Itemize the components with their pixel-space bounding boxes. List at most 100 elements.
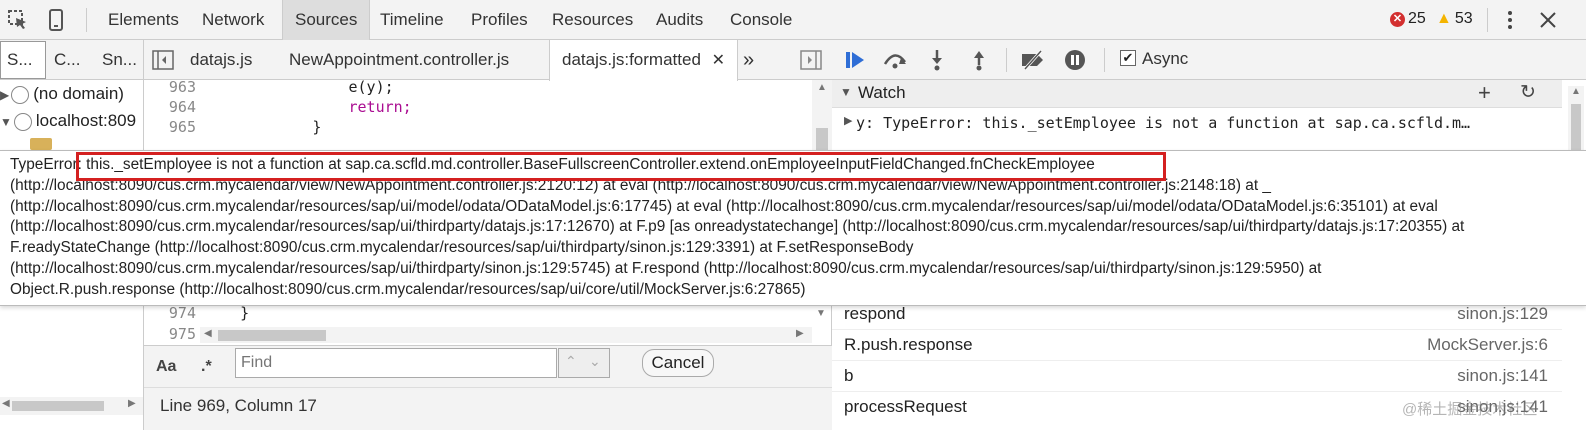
error-count: 25 — [1408, 10, 1426, 27]
folder-icon — [30, 138, 52, 150]
frame-function: b — [844, 366, 854, 385]
scrollbar-thumb[interactable] — [218, 330, 326, 341]
refresh-icon[interactable]: ↻ — [1520, 81, 1536, 104]
close-icon[interactable] — [1534, 6, 1562, 34]
warning-counter[interactable]: ▲ 53 — [1436, 10, 1473, 28]
call-stack-frame[interactable]: b sinon.js:141 — [832, 361, 1562, 392]
line-number: 964 — [168, 98, 196, 116]
cancel-button[interactable]: Cancel — [642, 349, 714, 377]
line-number: 974 — [168, 304, 196, 322]
toggle-navigator-icon[interactable] — [152, 50, 174, 75]
inspect-element-icon[interactable] — [4, 6, 32, 34]
collapse-arrow-icon: ▼ — [840, 85, 852, 99]
tab-timeline[interactable]: Timeline — [368, 0, 456, 40]
close-tab-icon[interactable]: ✕ — [712, 52, 725, 69]
scroll-down-arrow-icon[interactable]: ▼ — [816, 308, 826, 319]
watch-expression: y: TypeError: this._setEmployee is not a… — [856, 114, 1471, 132]
tab-profiles[interactable]: Profiles — [459, 0, 540, 40]
call-stack-frame[interactable]: R.push.response MockServer.js:6 — [832, 330, 1562, 361]
line-number: 963 — [168, 78, 196, 96]
tooltip-line: (http://localhost:8090/cus.crm.mycalenda… — [10, 259, 1322, 277]
expand-arrow-icon: ▶ — [0, 88, 10, 102]
editor-tab-datajs-formatted[interactable]: datajs.js:formatted ✕ — [549, 40, 739, 81]
warning-count: 53 — [1454, 10, 1473, 27]
tab-sources[interactable]: Sources — [282, 0, 371, 40]
globe-icon — [11, 85, 30, 104]
scroll-up-arrow-icon[interactable]: ▲ — [1571, 86, 1581, 97]
navigator-tab-content-scripts[interactable]: C... — [54, 40, 80, 80]
collapse-arrow-icon: ▼ — [0, 115, 12, 129]
watch-section-header[interactable]: ▼ Watch + ↻ — [832, 80, 1562, 108]
toolbar-divider — [1487, 8, 1488, 32]
tab-network[interactable]: Network — [190, 0, 276, 40]
navigator-tab-snippets[interactable]: Sn... — [102, 40, 137, 80]
search-bar: Aa .* ⌃ ⌄ Cancel — [144, 345, 832, 387]
async-checkbox[interactable]: ✔ — [1120, 50, 1136, 66]
scroll-left-arrow-icon[interactable]: ◀ — [204, 328, 212, 339]
frame-location[interactable]: MockServer.js:6 — [1427, 330, 1548, 360]
tree-item-localhost[interactable]: ▼ localhost:809 — [0, 108, 143, 134]
add-watch-icon[interactable]: + — [1478, 80, 1491, 106]
device-mode-icon[interactable] — [42, 6, 70, 34]
tab-elements[interactable]: Elements — [96, 0, 191, 40]
scroll-right-arrow-icon[interactable]: ▶ — [796, 328, 804, 339]
find-next-icon[interactable]: ⌄ — [589, 353, 601, 370]
code-line[interactable]: return; — [204, 98, 411, 116]
regex-toggle[interactable]: .* — [201, 358, 212, 376]
tab-audits[interactable]: Audits — [644, 0, 715, 40]
editor-tabs: datajs.js NewAppointment.controller.js d… — [144, 40, 832, 81]
warning-icon: ▲ — [1436, 10, 1452, 27]
scroll-right-arrow-icon[interactable]: ▶ — [128, 398, 136, 409]
scroll-left-arrow-icon[interactable]: ◀ — [2, 398, 10, 409]
code-line[interactable]: } — [204, 118, 321, 136]
navigator-tabs: S... C... Sn... — [0, 40, 143, 80]
editor-hscrollbar[interactable]: ◀ ▶ — [200, 327, 812, 343]
tab-resources[interactable]: Resources — [540, 0, 645, 40]
expand-arrow-icon: ▶ — [844, 115, 853, 127]
toolbar-divider — [1104, 48, 1105, 72]
scrollbar-thumb[interactable] — [12, 401, 104, 411]
devtools-toolbar: Elements Network Sources Timeline Profil… — [0, 0, 1586, 40]
tooltip-line: F.readyStateChange (http://localhost:809… — [10, 239, 914, 257]
step-out-icon[interactable] — [964, 46, 994, 74]
error-icon: ✕ — [1390, 11, 1405, 27]
toolbar-divider — [1006, 48, 1007, 72]
code-line[interactable]: } — [204, 304, 249, 322]
toggle-debugger-icon[interactable] — [800, 50, 822, 75]
error-counter[interactable]: ✕ 25 — [1390, 10, 1426, 28]
frame-location[interactable]: sinon.js:141 — [1457, 361, 1548, 391]
tab-console[interactable]: Console — [718, 0, 804, 40]
line-number: 975 — [168, 325, 196, 343]
tooltip-line: (http://localhost:8090/cus.crm.mycalenda… — [10, 197, 1438, 215]
globe-icon — [13, 112, 32, 131]
editor-tab-label: datajs.js:formatted — [562, 50, 701, 69]
highlight-box — [76, 152, 1166, 181]
tree-item-label: (no domain) — [33, 84, 124, 103]
tree-item-no-domain[interactable]: ▶ (no domain) — [0, 81, 143, 107]
code-line[interactable]: e(y); — [204, 78, 393, 96]
resume-icon[interactable] — [840, 46, 870, 74]
scroll-up-arrow-icon[interactable]: ▲ — [817, 82, 827, 93]
debugger-toolbar: ✔ Async — [832, 40, 1586, 80]
navigator-tab-sources[interactable]: S... — [0, 41, 46, 79]
async-label: Async — [1142, 49, 1189, 68]
more-tabs-button[interactable]: » — [731, 40, 766, 80]
pause-on-exceptions-icon[interactable] — [1060, 46, 1090, 74]
step-into-icon[interactable] — [922, 46, 952, 74]
tooltip-line: Object.R.push.response (http://localhost… — [10, 280, 806, 298]
deactivate-breakpoints-icon[interactable] — [1018, 46, 1048, 74]
tree-item-label: localhost:809 — [35, 111, 137, 130]
navigator-hscrollbar[interactable]: ◀ ▶ — [0, 397, 143, 415]
watch-expression-row[interactable]: ▶ y: TypeError: this._setEmployee is not… — [832, 110, 1562, 136]
watermark: @稀土掘金技术社区 — [1402, 401, 1538, 418]
find-input[interactable] — [235, 348, 557, 378]
toolbar-divider — [86, 8, 87, 32]
more-menu-icon[interactable] — [1496, 6, 1524, 34]
step-over-icon[interactable] — [880, 46, 910, 74]
match-case-toggle[interactable]: Aa — [156, 358, 176, 376]
frame-function: processRequest — [844, 397, 967, 416]
frame-function: R.push.response — [844, 335, 973, 354]
find-previous-icon[interactable]: ⌃ — [565, 353, 577, 370]
editor-tab-newappointment[interactable]: NewAppointment.controller.js — [277, 40, 521, 80]
editor-tab-datajs[interactable]: datajs.js — [178, 40, 264, 80]
